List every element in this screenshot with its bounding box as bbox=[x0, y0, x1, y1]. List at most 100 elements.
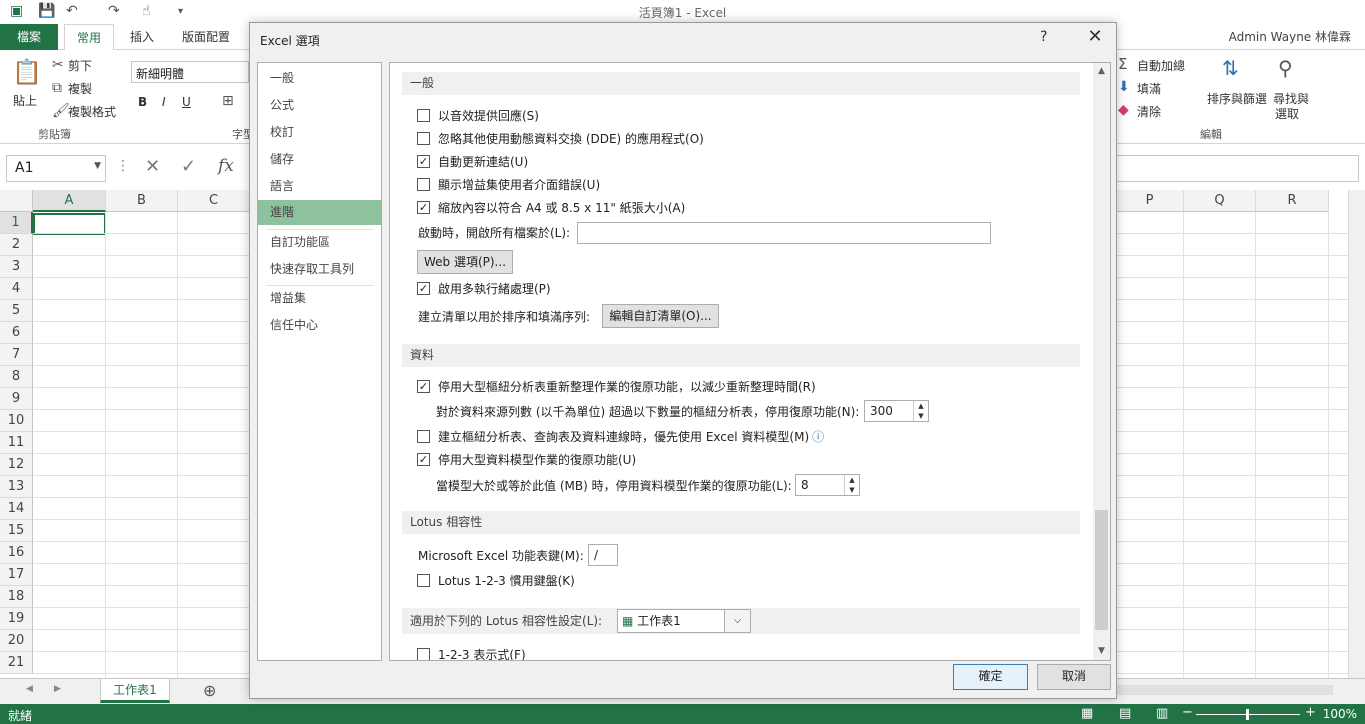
spinner-arrows-icon[interactable]: ▲ ▼ bbox=[913, 401, 928, 421]
option-prefer-data-model[interactable]: 建立樞紐分析表、查詢表及資料連線時，優先使用 Excel 資料模型(M) ⓘ bbox=[417, 428, 824, 446]
checkbox[interactable] bbox=[417, 453, 430, 466]
name-box[interactable]: A1 ▼ bbox=[6, 155, 106, 182]
row-header[interactable]: 20 bbox=[0, 630, 33, 652]
row-header[interactable]: 8 bbox=[0, 366, 33, 388]
option-sound-feedback[interactable]: 以音效提供回應(S) bbox=[417, 107, 539, 125]
menu-key-input[interactable]: / bbox=[588, 544, 618, 566]
checkbox[interactable] bbox=[417, 282, 430, 295]
option-disable-undo-model[interactable]: 停用大型資料模型作業的復原功能(U) bbox=[417, 451, 636, 469]
clear-button[interactable]: 清除 bbox=[1137, 103, 1161, 120]
option-ignore-dde[interactable]: 忽略其他使用動態資料交換 (DDE) 的應用程式(O) bbox=[417, 130, 704, 148]
row-header[interactable]: 10 bbox=[0, 410, 33, 432]
fill-icon[interactable]: ⬇ bbox=[1118, 79, 1130, 95]
nav-quick-access[interactable]: 快速存取工具列 bbox=[258, 257, 381, 282]
row-header[interactable]: 13 bbox=[0, 476, 33, 498]
column-header-r[interactable]: R bbox=[1256, 190, 1329, 212]
row-header[interactable]: 5 bbox=[0, 300, 33, 322]
cancel-button[interactable]: 取消 bbox=[1037, 664, 1111, 690]
checkbox[interactable] bbox=[417, 201, 430, 214]
row-header[interactable]: 2 bbox=[0, 234, 33, 256]
option-lotus-expr[interactable]: 1-2-3 表示式(F) bbox=[417, 646, 526, 660]
row-header[interactable]: 9 bbox=[0, 388, 33, 410]
nav-language[interactable]: 語言 bbox=[258, 174, 381, 199]
chevron-down-icon[interactable]: ⌵ bbox=[724, 610, 750, 632]
horizontal-scrollbar[interactable] bbox=[1116, 685, 1333, 695]
border-icon[interactable]: ⊞ bbox=[222, 93, 234, 109]
copy-icon[interactable]: ⧉ bbox=[52, 80, 62, 96]
column-header-b[interactable]: B bbox=[106, 190, 178, 212]
row-header[interactable]: 11 bbox=[0, 432, 33, 454]
active-cell-a1[interactable] bbox=[33, 213, 106, 235]
sheet-next-icon[interactable]: ▶ bbox=[54, 684, 61, 694]
option-multithread[interactable]: 啟用多執行緒處理(P) bbox=[417, 280, 551, 298]
nav-customize-ribbon[interactable]: 自訂功能區 bbox=[258, 230, 381, 255]
cut-icon[interactable]: ✂ bbox=[52, 57, 64, 73]
model-size-spinner[interactable]: 8 ▲ ▼ bbox=[795, 474, 860, 496]
row-header[interactable]: 3 bbox=[0, 256, 33, 278]
help-button[interactable]: ? bbox=[1040, 29, 1047, 45]
find-select-button-line2[interactable]: 選取 bbox=[1275, 105, 1299, 122]
sheet-tab-1[interactable]: 工作表1 bbox=[100, 679, 170, 703]
row-header[interactable]: 18 bbox=[0, 586, 33, 608]
normal-view-icon[interactable]: ▦ bbox=[1081, 706, 1093, 721]
page-layout-view-icon[interactable]: ▤ bbox=[1119, 706, 1131, 721]
insert-function-icon[interactable]: fx bbox=[218, 156, 234, 176]
checkbox[interactable] bbox=[417, 648, 430, 660]
zoom-in-icon[interactable]: + bbox=[1305, 705, 1316, 720]
column-header-p[interactable]: P bbox=[1116, 190, 1184, 212]
row-header[interactable]: 17 bbox=[0, 564, 33, 586]
option-lotus-nav-keys[interactable]: Lotus 1-2-3 慣用鍵盤(K) bbox=[417, 572, 575, 590]
checkbox[interactable] bbox=[417, 178, 430, 191]
clear-icon[interactable]: ◆ bbox=[1118, 102, 1129, 118]
nav-advanced[interactable]: 進階 bbox=[258, 200, 381, 225]
checkbox[interactable] bbox=[417, 155, 430, 168]
add-sheet-icon[interactable]: ⊕ bbox=[203, 681, 216, 700]
italic-button[interactable]: I bbox=[162, 95, 166, 109]
page-break-view-icon[interactable]: ▥ bbox=[1156, 706, 1168, 721]
option-disable-undo-pivot[interactable]: 停用大型樞紐分析表重新整理作業的復原功能，以減少重新整理時間(R) bbox=[417, 378, 816, 396]
sort-filter-button[interactable]: 排序與篩選 bbox=[1207, 90, 1267, 107]
vertical-scrollbar[interactable] bbox=[1348, 190, 1365, 678]
nav-general[interactable]: 一般 bbox=[258, 66, 381, 91]
row-header[interactable]: 15 bbox=[0, 520, 33, 542]
lotus-sheet-select[interactable]: ▦ 工作表1 ⌵ bbox=[617, 609, 751, 633]
zoom-slider-thumb[interactable] bbox=[1246, 709, 1249, 720]
nav-save[interactable]: 儲存 bbox=[258, 147, 381, 172]
nav-formulas[interactable]: 公式 bbox=[258, 93, 381, 118]
checkbox[interactable] bbox=[417, 430, 430, 443]
sort-filter-icon[interactable]: ⇅ bbox=[1222, 56, 1239, 80]
scroll-up-icon[interactable]: ▲ bbox=[1093, 63, 1110, 80]
option-scale-content[interactable]: 縮放內容以符合 A4 或 8.5 x 11" 紙張大小(A) bbox=[417, 199, 685, 217]
find-binoculars-icon[interactable]: ⚲ bbox=[1278, 56, 1293, 80]
autosum-button[interactable]: 自動加總 bbox=[1137, 57, 1185, 74]
cut-button[interactable]: 剪下 bbox=[68, 57, 92, 74]
paste-icon[interactable]: 📋 bbox=[12, 58, 42, 86]
edit-custom-lists-button[interactable]: 編輯自訂清單(O)... bbox=[602, 304, 719, 328]
formula-input[interactable] bbox=[1116, 155, 1359, 182]
fill-button[interactable]: 填滿 bbox=[1137, 80, 1161, 97]
tab-home[interactable]: 常用 bbox=[64, 24, 114, 51]
checkbox[interactable] bbox=[417, 109, 430, 122]
row-header[interactable]: 6 bbox=[0, 322, 33, 344]
checkbox[interactable] bbox=[417, 574, 430, 587]
close-button[interactable]: ✕ bbox=[1083, 26, 1107, 47]
row-header[interactable]: 16 bbox=[0, 542, 33, 564]
nav-proofing[interactable]: 校訂 bbox=[258, 120, 381, 145]
column-header-q[interactable]: Q bbox=[1184, 190, 1256, 212]
scroll-down-icon[interactable]: ▼ bbox=[1093, 643, 1110, 660]
info-icon[interactable]: ⓘ bbox=[812, 430, 824, 444]
open-files-input[interactable] bbox=[577, 222, 991, 244]
ok-button[interactable]: 確定 bbox=[953, 664, 1028, 690]
autosum-icon[interactable]: Σ bbox=[1118, 55, 1127, 73]
confirm-entry-icon[interactable]: ✓ bbox=[181, 156, 196, 177]
name-box-dropdown-icon[interactable]: ▼ bbox=[94, 161, 101, 171]
bold-button[interactable]: B bbox=[138, 95, 147, 109]
content-scrollbar[interactable]: ▲ ▼ bbox=[1093, 63, 1110, 660]
nav-trust-center[interactable]: 信任中心 bbox=[258, 313, 381, 338]
row-header[interactable]: 14 bbox=[0, 498, 33, 520]
tab-insert[interactable]: 插入 bbox=[118, 24, 166, 50]
nav-addins[interactable]: 增益集 bbox=[258, 286, 381, 311]
scroll-thumb[interactable] bbox=[1095, 510, 1108, 630]
zoom-out-icon[interactable]: − bbox=[1182, 705, 1193, 720]
zoom-level[interactable]: 100% bbox=[1323, 707, 1357, 721]
